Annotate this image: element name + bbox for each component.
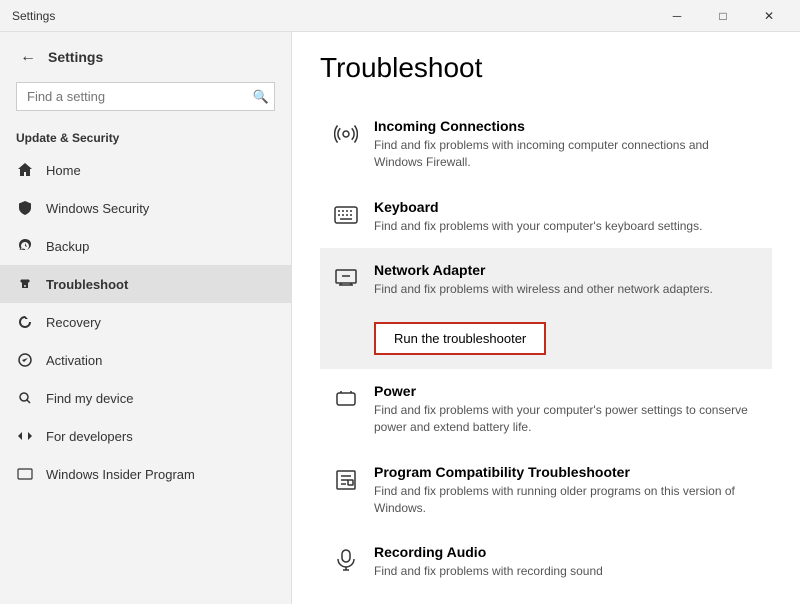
maximize-button[interactable]: □ [700,0,746,32]
shield-icon [16,199,34,217]
sidebar-header: ← Settings [0,32,291,82]
recovery-icon [16,313,34,331]
sidebar-item-recovery[interactable]: Recovery [0,303,291,341]
sidebar-label-windows-insider: Windows Insider Program [46,467,195,482]
list-item: Power Find and fix problems with your co… [320,369,772,450]
mic-icon [332,546,360,574]
power-icon [332,385,360,413]
sidebar-label-find-my-device: Find my device [46,391,133,406]
backup-icon [16,237,34,255]
item-title-incoming: Incoming Connections [374,118,760,134]
sidebar-app-title: Settings [48,49,103,65]
sidebar-label-troubleshoot: Troubleshoot [46,277,128,292]
app-body: ← Settings 🔍 Update & Security Home Win [0,32,800,604]
search-box: 🔍 [16,82,275,111]
network-adapter-icon [332,264,360,292]
minimize-button[interactable]: ─ [654,0,700,32]
sidebar-item-windows-insider[interactable]: Windows Insider Program [0,455,291,493]
sidebar-label-backup: Backup [46,239,89,254]
sidebar-item-backup[interactable]: Backup [0,227,291,265]
keyboard-icon [332,201,360,229]
item-title-compat: Program Compatibility Troubleshooter [374,464,760,480]
item-title-audio: Recording Audio [374,544,760,560]
compat-icon [332,466,360,494]
incoming-connections-icon [332,120,360,148]
item-title-keyboard: Keyboard [374,199,760,215]
titlebar: Settings ─ □ ✕ [0,0,800,32]
sidebar-label-windows-security: Windows Security [46,201,149,216]
item-desc-network: Find and fix problems with wireless and … [374,281,760,298]
sidebar-item-windows-security[interactable]: Windows Security [0,189,291,227]
sidebar: ← Settings 🔍 Update & Security Home Win [0,32,292,604]
list-item: Recording Audio Find and fix problems wi… [320,530,772,594]
sidebar-section-title: Update & Security [0,123,291,151]
troubleshoot-icon [16,275,34,293]
sidebar-item-activation[interactable]: Activation [0,341,291,379]
sidebar-item-for-developers[interactable]: For developers [0,417,291,455]
list-item: Keyboard Find and fix problems with your… [320,185,772,249]
search-input[interactable] [16,82,275,111]
list-item: Search and Indexing Find and fix problem… [320,594,772,604]
insider-icon [16,465,34,483]
titlebar-title: Settings [8,9,55,23]
close-button[interactable]: ✕ [746,0,792,32]
run-troubleshooter-area: Run the troubleshooter [320,312,772,369]
item-title-network: Network Adapter [374,262,760,278]
main-content: Troubleshoot Incoming Connections Find a… [292,32,800,604]
item-desc-compat: Find and fix problems with running older… [374,483,760,517]
developers-icon [16,427,34,445]
search-icon[interactable]: 🔍 [253,89,269,105]
sidebar-label-for-developers: For developers [46,429,133,444]
list-item: Incoming Connections Find and fix proble… [320,104,772,185]
sidebar-item-home[interactable]: Home [0,151,291,189]
page-title: Troubleshoot [320,52,772,84]
item-desc-incoming: Find and fix problems with incoming comp… [374,137,760,171]
home-icon [16,161,34,179]
find-icon [16,389,34,407]
run-troubleshooter-button[interactable]: Run the troubleshooter [374,322,546,355]
item-desc-keyboard: Find and fix problems with your computer… [374,218,760,235]
item-desc-audio: Find and fix problems with recording sou… [374,563,760,580]
list-item-network: Network Adapter Find and fix problems wi… [320,248,772,312]
list-item: Program Compatibility Troubleshooter Fin… [320,450,772,531]
sidebar-item-find-my-device[interactable]: Find my device [0,379,291,417]
sidebar-label-home: Home [46,163,81,178]
titlebar-controls: ─ □ ✕ [654,0,792,32]
sidebar-item-troubleshoot[interactable]: Troubleshoot [0,265,291,303]
back-button[interactable]: ← [16,44,40,70]
item-desc-power: Find and fix problems with your computer… [374,402,760,436]
sidebar-label-activation: Activation [46,353,102,368]
item-title-power: Power [374,383,760,399]
activation-icon [16,351,34,369]
sidebar-label-recovery: Recovery [46,315,101,330]
